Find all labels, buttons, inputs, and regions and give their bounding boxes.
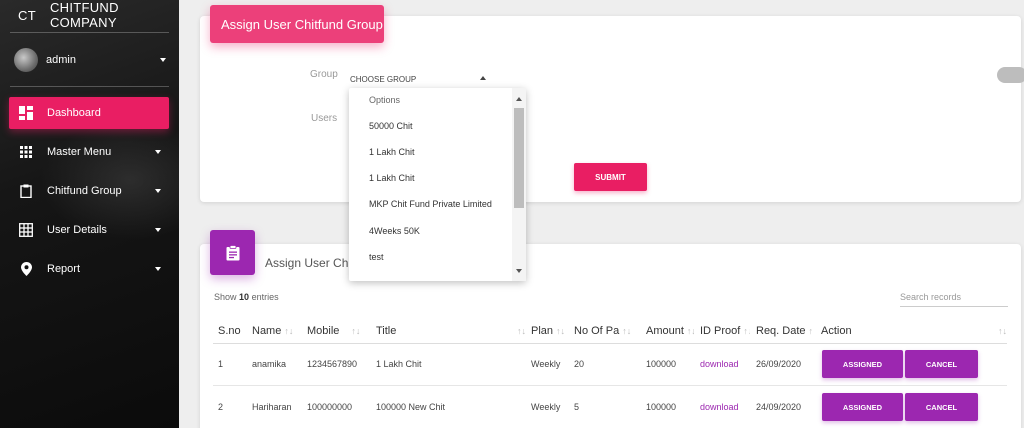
col-header-title[interactable]: Title ↑↓ <box>376 325 526 337</box>
search-input[interactable]: Search records <box>900 292 1008 307</box>
clipboard-icon <box>19 184 33 198</box>
brand[interactable]: CT CHITFUND COMPANY <box>0 0 179 30</box>
sort-icon: ↑↓ <box>517 326 526 336</box>
entries-count-select[interactable]: 10 <box>239 292 249 302</box>
cell-plan: Weekly <box>531 402 561 412</box>
download-link[interactable]: download <box>700 359 739 369</box>
cancel-button[interactable]: CANCEL <box>905 350 978 378</box>
assign-form-title: Assign User Chitfund Group <box>210 5 384 43</box>
cell-title: 100000 New Chit <box>376 402 446 412</box>
assigned-button[interactable]: ASSIGNED <box>822 393 903 421</box>
cancel-button[interactable]: CANCEL <box>905 393 978 421</box>
dropdown-option: Options <box>369 95 401 105</box>
divider <box>10 32 169 33</box>
sort-icon: ↑↓ <box>284 326 294 336</box>
col-header-no-of-pay[interactable]: No Of Pa ↑↓ <box>574 325 639 337</box>
users-label: Users <box>311 113 338 124</box>
caret-down-icon <box>155 228 161 232</box>
divider <box>213 385 1007 386</box>
dropdown-option[interactable]: MKP Chit Fund Private Limited <box>369 199 492 209</box>
scroll-handle[interactable] <box>997 67 1024 83</box>
dropdown-option[interactable]: 1 Lakh Chit <box>369 173 415 183</box>
dropdown-option[interactable]: test <box>369 252 384 262</box>
cell-mobile: 1234567890 <box>307 359 358 369</box>
cell-name: anamika <box>252 359 287 369</box>
cell-title: 1 Lakh Chit <box>376 359 422 369</box>
cell-req-date: 26/09/2020 <box>756 359 802 369</box>
col-header-mobile[interactable]: Mobile ↑↓ <box>307 325 369 337</box>
sort-icon: ↑↓ <box>556 326 566 336</box>
sort-icon: ↑↓ <box>622 326 632 336</box>
col-header-name[interactable]: Name ↑↓ <box>252 325 302 337</box>
caret-down-icon <box>155 150 161 154</box>
cell-amount: 100000 <box>646 402 677 412</box>
cell-amount: 100000 <box>646 359 677 369</box>
col-header-sno[interactable]: S.no <box>218 325 246 337</box>
caret-down-icon <box>155 189 161 193</box>
caret-up-icon <box>480 76 486 80</box>
brand-logo: CT <box>18 7 36 23</box>
cell-name: Hariharan <box>252 402 292 412</box>
download-link[interactable]: download <box>700 402 739 412</box>
cell-no-of-pay: 20 <box>574 359 585 369</box>
sidebar-item-label: Master Menu <box>47 146 112 158</box>
sidebar-item-label: User Details <box>47 224 107 236</box>
sidebar-item-dashboard[interactable]: Dashboard <box>9 97 169 129</box>
user-name: admin <box>46 54 76 66</box>
divider <box>10 86 169 87</box>
group-select[interactable]: CHOOSE GROUP <box>350 70 492 88</box>
cell-no-of-pay: 5 <box>574 402 580 412</box>
caret-down-icon <box>160 58 166 62</box>
group-select-value: CHOOSE GROUP <box>350 74 417 84</box>
assignment-icon <box>226 244 239 260</box>
assignment-badge <box>210 230 255 275</box>
sidebar-item-user-details[interactable]: User Details <box>9 214 169 246</box>
sidebar-item-chitfund-group[interactable]: Chitfund Group <box>9 175 169 207</box>
sort-icon: ↑↓ <box>743 326 750 336</box>
list-card-title: Assign User Chitfund Group <box>265 256 349 270</box>
col-header-id-proof[interactable]: ID Proof↑↓ <box>700 325 750 337</box>
dashboard-icon <box>19 106 33 120</box>
submit-button[interactable]: SUBMIT <box>574 163 647 191</box>
apps-grid-icon <box>19 145 33 159</box>
sort-icon: ↑↓ <box>686 326 694 336</box>
sort-icon: ↑↓ <box>808 326 814 336</box>
sort-icon: ↑↓ <box>351 326 361 336</box>
show-prefix: Show <box>214 292 237 302</box>
cell-sno: 1 <box>218 359 224 369</box>
dropdown-option[interactable]: 50000 Chit <box>369 121 413 131</box>
brand-name: CHITFUND COMPANY <box>49 0 119 30</box>
show-suffix: entries <box>251 292 279 302</box>
col-header-action[interactable]: Action ↑↓ <box>821 325 1007 337</box>
dropdown-scroll-thumb[interactable] <box>514 108 524 208</box>
col-header-req-date[interactable]: Req. Date↑↓ <box>756 325 814 337</box>
col-header-plan[interactable]: Plan ↑↓ <box>531 325 569 337</box>
group-dropdown-menu: Options 50000 Chit 1 Lakh Chit 1 Lakh Ch… <box>349 88 526 281</box>
dropdown-option[interactable]: 4Weeks 50K <box>369 226 420 236</box>
cell-req-date: 24/09/2020 <box>756 402 802 412</box>
sidebar-item-report[interactable]: Report <box>9 253 169 285</box>
caret-down-icon <box>155 267 161 271</box>
table-grid-icon <box>19 223 33 237</box>
sidebar-item-label: Report <box>47 263 81 275</box>
cell-sno: 2 <box>218 402 224 412</box>
avatar <box>14 48 38 72</box>
sidebar-item-master-menu[interactable]: Master Menu <box>9 136 169 168</box>
user-menu[interactable]: admin <box>14 48 166 72</box>
sort-icon: ↑↓ <box>998 326 1007 336</box>
sidebar-item-label: Chitfund Group <box>47 185 122 197</box>
cell-mobile: 100000000 <box>307 402 353 412</box>
dropdown-option[interactable]: 1 Lakh Chit <box>369 147 415 157</box>
sidebar: CT CHITFUND COMPANY admin Dashboard Mast… <box>0 0 179 428</box>
cell-plan: Weekly <box>531 359 561 369</box>
assigned-button[interactable]: ASSIGNED <box>822 350 903 378</box>
col-header-amount[interactable]: Amount ↑↓ <box>646 325 694 337</box>
divider <box>213 343 1007 344</box>
scroll-up-icon[interactable] <box>516 97 522 101</box>
scroll-down-icon[interactable] <box>516 269 522 273</box>
show-entries: Show 10 entries <box>214 292 279 302</box>
group-label: Group <box>310 69 338 80</box>
location-pin-icon <box>19 262 33 276</box>
sidebar-item-label: Dashboard <box>47 107 101 119</box>
